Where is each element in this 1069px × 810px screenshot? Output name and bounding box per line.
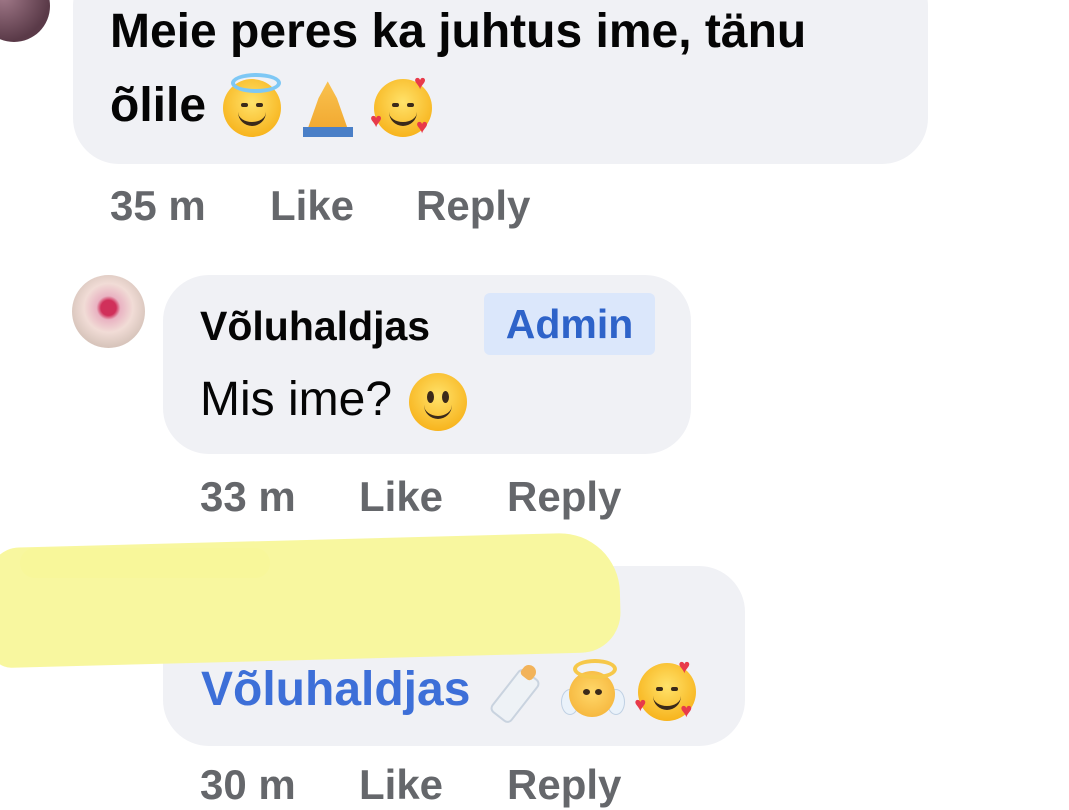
comment-timestamp: 33 m (200, 473, 296, 520)
comment-author[interactable]: Võluhaldjas (200, 296, 430, 356)
like-button[interactable]: Like (359, 472, 443, 522)
reply-button[interactable]: Reply (507, 472, 621, 522)
reply-button[interactable]: Reply (507, 760, 621, 810)
comment-text: Meie peres ka juhtus ime, tänu (110, 5, 807, 58)
smiling-face-with-hearts-icon: ♥ ♥ ♥ (370, 73, 433, 138)
mention-line: Võluhaldjas ♥ ♥ ♥ (201, 656, 697, 726)
comment-timestamp: 30 m (200, 761, 296, 808)
admin-avatar[interactable] (72, 275, 145, 348)
admin-badge: Admin (484, 293, 655, 355)
slightly-smiling-face-icon (409, 373, 468, 432)
comment-text-word: õlile (110, 79, 207, 132)
comment-text-line2: õlile ♥ ♥ ♥ (110, 70, 433, 142)
baby-bottle-icon (487, 662, 546, 726)
comment-text: Mis ime? (200, 364, 468, 436)
folded-hands-icon (299, 79, 357, 138)
mention-link[interactable]: Võluhaldjas (201, 663, 470, 716)
baby-angel-icon (561, 659, 626, 721)
like-button[interactable]: Like (270, 181, 354, 231)
reply-button[interactable]: Reply (416, 181, 530, 231)
comment-timestamp: 35 m (110, 182, 206, 229)
comment-text-content: Mis ime? (200, 373, 393, 426)
smiling-face-with-hearts-icon: ♥ ♥ ♥ (634, 657, 697, 722)
redaction-highlight (20, 548, 270, 578)
commenter-avatar[interactable] (0, 0, 50, 42)
smiling-face-with-halo-icon (223, 73, 282, 138)
like-button[interactable]: Like (359, 760, 443, 810)
